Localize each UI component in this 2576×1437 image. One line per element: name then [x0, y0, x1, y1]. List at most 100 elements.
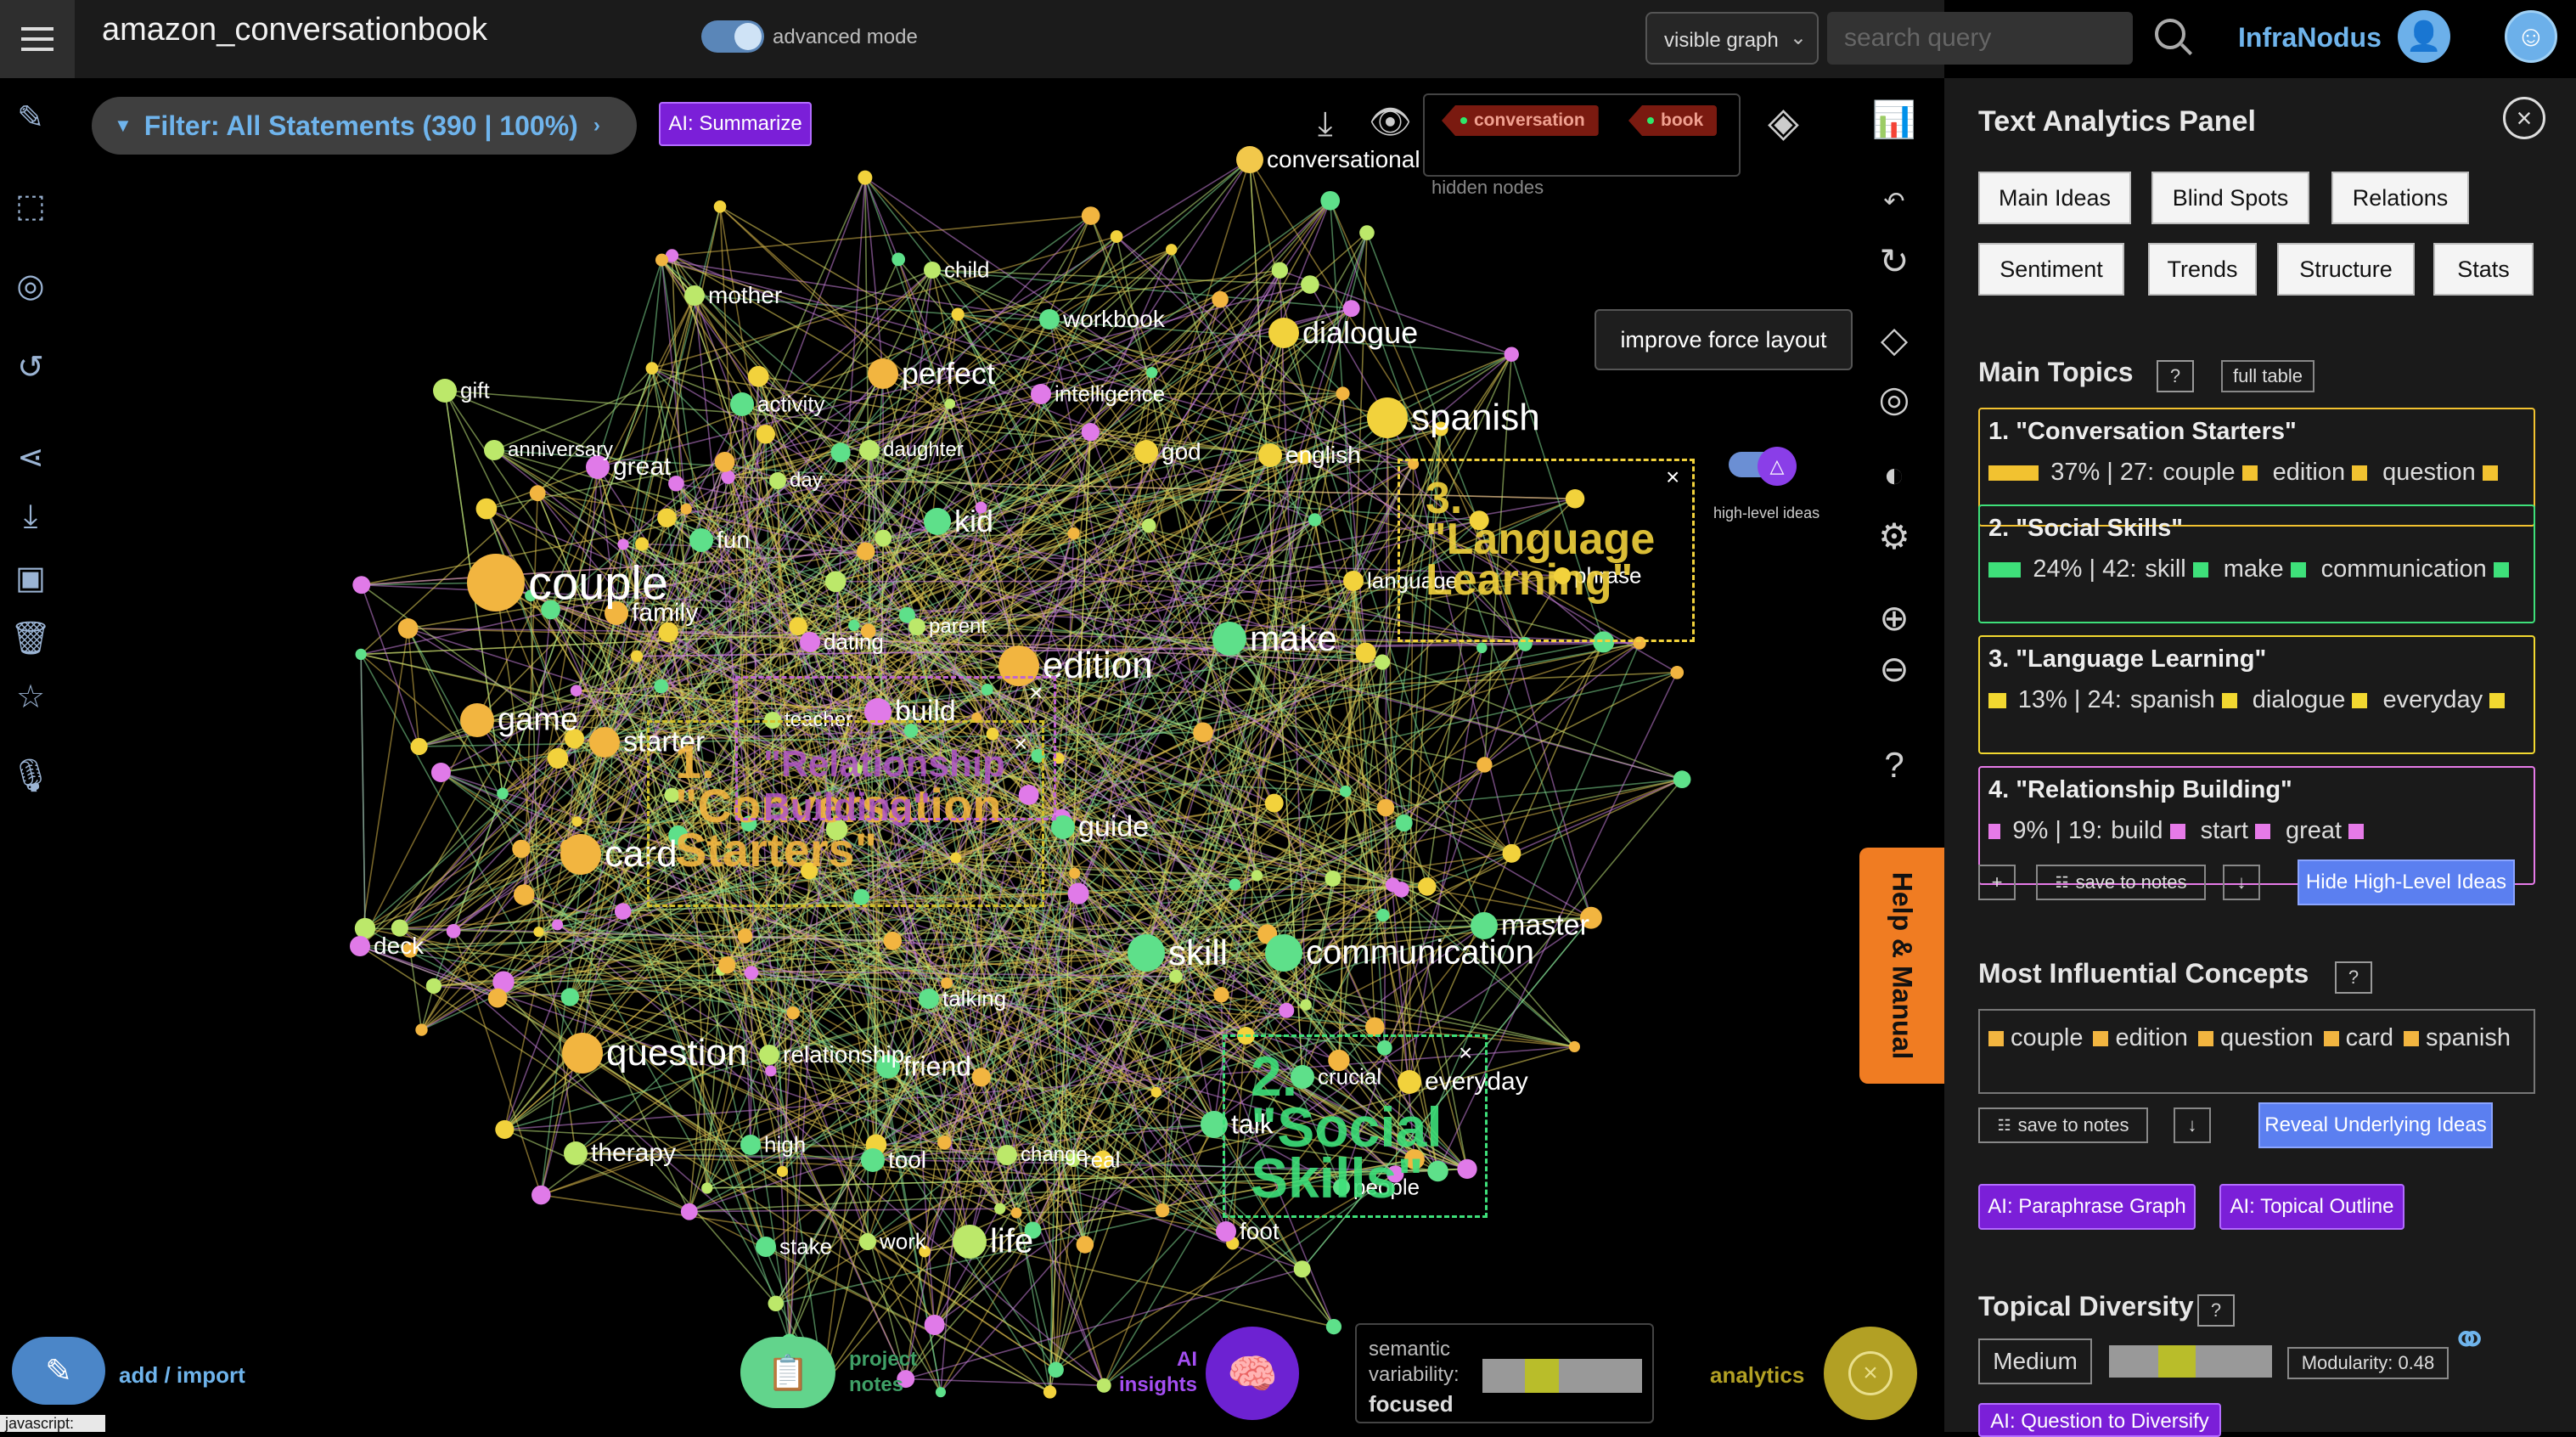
graph-node[interactable] [1503, 844, 1521, 863]
graph-node-anniversary[interactable] [484, 440, 504, 460]
analytics-toggle-button[interactable]: × [1824, 1327, 1917, 1420]
graph-node[interactable] [1670, 666, 1684, 679]
graph-node[interactable] [941, 978, 953, 989]
graph-node-tool[interactable] [861, 1148, 885, 1172]
graph-node[interactable] [1151, 1087, 1161, 1097]
graph-node[interactable] [1580, 907, 1602, 929]
graph-node[interactable] [402, 943, 418, 958]
concept-item[interactable]: card [2346, 1024, 2393, 1051]
graph-node[interactable] [561, 988, 579, 1006]
graph-node[interactable] [1169, 970, 1183, 983]
graph-node[interactable] [756, 425, 775, 444]
graph-node[interactable] [745, 966, 758, 979]
graph-node[interactable] [952, 307, 965, 320]
graph-node-perfect[interactable] [868, 358, 898, 389]
graph-node[interactable] [1193, 723, 1213, 743]
edit-text-icon[interactable]: ✎ [8, 95, 53, 139]
tab-trends[interactable]: Trends [2148, 243, 2257, 296]
shapes-icon[interactable]: △ [1758, 447, 1797, 486]
graph-node-life[interactable] [953, 1225, 987, 1259]
graph-node[interactable] [976, 502, 987, 514]
graph-node[interactable] [541, 600, 560, 620]
history-icon[interactable]: ↺ [8, 345, 53, 389]
topic-keyword[interactable]: communication [2321, 555, 2487, 583]
graph-node-relationship[interactable] [759, 1045, 779, 1065]
graph-node-spanish[interactable] [1367, 397, 1408, 438]
cluster-box-language-learning[interactable]: 3. "Language Learning" [1398, 459, 1695, 642]
graph-node[interactable] [1476, 643, 1487, 653]
graph-node[interactable] [857, 543, 875, 561]
graph-node[interactable] [659, 623, 678, 642]
graph-node[interactable] [1082, 206, 1100, 225]
eye-icon[interactable]: 👁 [1369, 102, 1412, 142]
cluster-box-social-skills[interactable]: 2. "Social Skills" [1223, 1034, 1488, 1218]
graph-node[interactable] [1396, 814, 1413, 831]
graph-node[interactable] [1265, 794, 1284, 813]
graph-node[interactable] [1166, 244, 1177, 255]
graph-node[interactable] [497, 787, 509, 799]
graph-node[interactable] [861, 623, 876, 639]
full-table-button[interactable]: full table [2221, 360, 2314, 392]
reveal-underlying-ideas-button[interactable]: Reveal Underlying Ideas [2258, 1102, 2493, 1148]
close-panel-icon[interactable]: × [2503, 97, 2545, 139]
graph-node[interactable] [654, 679, 668, 694]
graph-node[interactable] [1212, 291, 1229, 308]
graph-node-great[interactable] [586, 455, 610, 479]
layers-icon[interactable]: ◈ [1768, 99, 1799, 146]
graph-node-friend[interactable] [876, 1055, 900, 1079]
graph-node-couple[interactable] [467, 554, 525, 611]
project-notes-button[interactable]: 📋 [740, 1337, 835, 1408]
download-graph-icon[interactable]: ⤓ [1318, 105, 1333, 144]
graph-node[interactable] [415, 1023, 427, 1035]
ai-insights-label[interactable]: AI insights [1104, 1347, 1197, 1398]
graph-node[interactable] [1067, 527, 1079, 539]
ai-insights-button[interactable]: 🧠 [1206, 1327, 1299, 1420]
hidden-node-book[interactable]: book [1628, 105, 1717, 136]
help-manual-tab[interactable]: Help & Manual [1859, 848, 1944, 1084]
graph-node[interactable] [1279, 1003, 1294, 1018]
diamond-icon[interactable]: ◇ [1871, 316, 1917, 362]
hide-high-level-ideas-button[interactable]: Hide High-Level Ideas [2298, 859, 2515, 905]
graph-node[interactable] [530, 485, 546, 501]
graph-node[interactable] [884, 932, 903, 950]
zoom-in-icon[interactable]: ⊕ [1871, 595, 1917, 640]
graph-node[interactable] [635, 537, 649, 550]
ai-paraphrase-graph-button[interactable]: AI: Paraphrase Graph [1978, 1184, 2196, 1230]
topic-keyword[interactable]: everyday [2382, 686, 2483, 713]
refresh-icon[interactable]: ↻ [1871, 238, 1917, 284]
topic-keyword[interactable]: build [2111, 817, 2163, 844]
filter-button[interactable]: ▼Filter: All Statements (390 | 100%)› [92, 97, 637, 155]
graph-node[interactable] [1156, 1203, 1169, 1217]
graph-node[interactable] [681, 504, 692, 515]
graph-node-high[interactable] [740, 1135, 761, 1155]
graph-node[interactable] [919, 1246, 931, 1258]
tab-sentiment[interactable]: Sentiment [1978, 243, 2124, 296]
graph-node-activity[interactable] [730, 392, 754, 416]
graph-node[interactable] [447, 924, 461, 938]
graph-node-english[interactable] [1258, 443, 1282, 467]
graph-node[interactable] [571, 685, 582, 696]
graph-node[interactable] [1229, 879, 1240, 891]
graph-node[interactable] [768, 1296, 784, 1311]
search-input[interactable] [1827, 12, 2133, 65]
add-import-button[interactable]: ✎ [12, 1337, 105, 1405]
graph-node-stake[interactable] [756, 1237, 776, 1257]
graph-node[interactable] [786, 1006, 799, 1019]
add-import-label[interactable]: add / import [119, 1362, 245, 1389]
menu-button[interactable] [0, 0, 75, 78]
topic-keyword[interactable]: great [2286, 817, 2342, 844]
graph-node[interactable] [1251, 870, 1263, 881]
graph-node[interactable] [1434, 422, 1448, 437]
star-icon[interactable]: ☆ [8, 674, 53, 718]
graph-node[interactable] [1343, 300, 1360, 317]
graph-node[interactable] [356, 649, 367, 660]
graph-node[interactable] [1377, 799, 1395, 817]
graph-node[interactable] [552, 919, 563, 930]
graph-node[interactable] [495, 1120, 514, 1139]
download-concepts-button[interactable]: ↓ [2174, 1107, 2211, 1143]
add-topic-button[interactable]: + [1978, 865, 2016, 900]
graph-node[interactable] [1048, 1362, 1064, 1378]
tab-stats[interactable]: Stats [2433, 243, 2534, 296]
graph-node[interactable] [936, 1387, 946, 1397]
topic-keyword[interactable]: dialogue [2253, 686, 2346, 713]
